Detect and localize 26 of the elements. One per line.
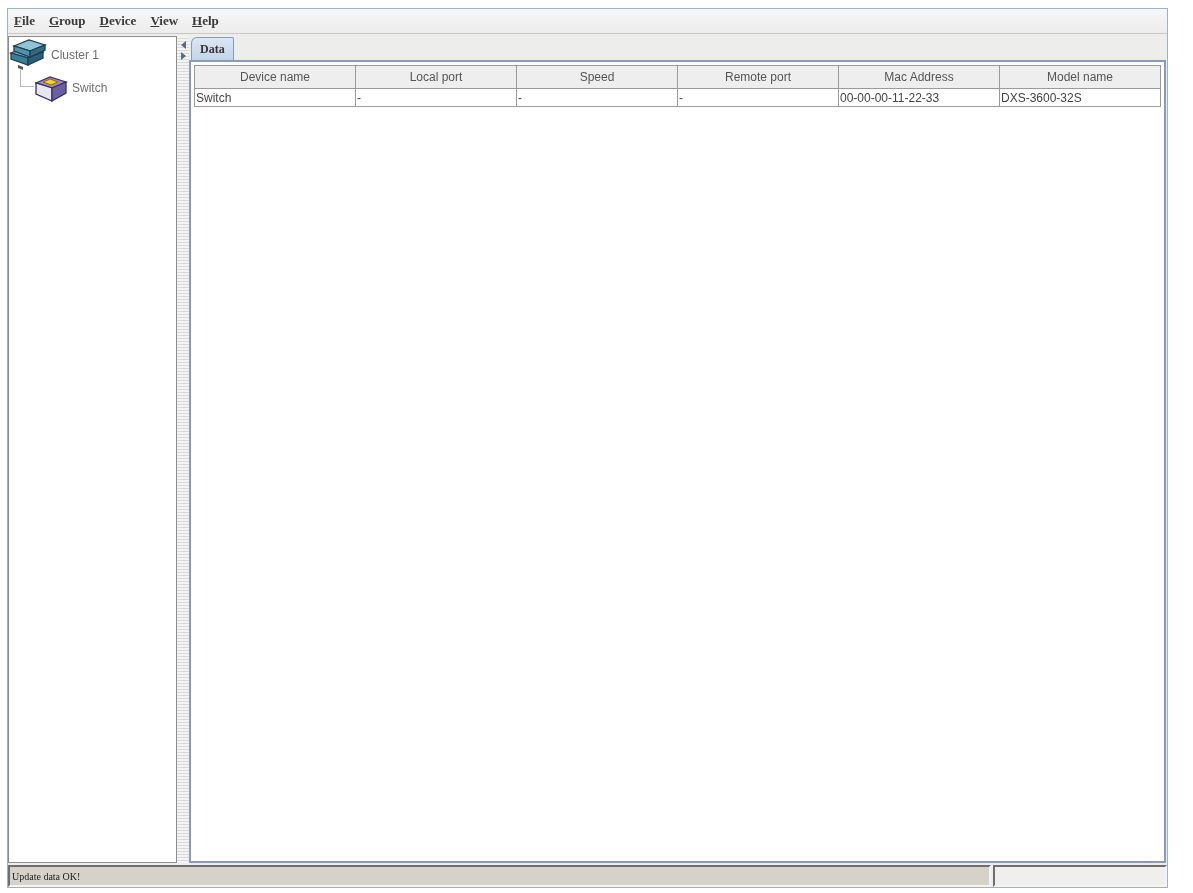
menu-item[interactable]: Group [46,12,88,30]
column-header[interactable]: Remote port [677,65,839,89]
column-header[interactable]: Speed [516,65,678,89]
menu-item[interactable]: Help [190,12,221,30]
table-cell: - [516,88,678,107]
column-header[interactable]: Model name [999,65,1161,89]
right-arrow-icon[interactable] [180,52,186,60]
status-message: Update data OK! [12,870,81,882]
menu-item[interactable]: Device [97,12,139,30]
column-header[interactable]: Local port [355,65,517,89]
table-cell: DXS-3600-32S [999,88,1161,107]
table-cell: - [677,88,839,107]
switch-box-icon [34,73,68,103]
tree-item[interactable]: Switch [34,73,110,103]
column-header[interactable]: Mac Address [838,65,1000,89]
menu-item[interactable]: File [12,12,37,30]
table-cell: Switch [194,88,356,107]
left-arrow-icon[interactable] [180,41,186,49]
tab[interactable]: Data [191,37,234,60]
column-header[interactable]: Device name [194,65,356,89]
menu-item[interactable]: View [148,12,181,30]
tree-connector-line [20,70,34,87]
table-cell: 00-00-00-11-22-33 [838,88,1000,107]
server-stack-icon [9,39,47,71]
tree-item[interactable]: Cluster 1 [9,39,102,71]
table-cell: - [355,88,517,107]
